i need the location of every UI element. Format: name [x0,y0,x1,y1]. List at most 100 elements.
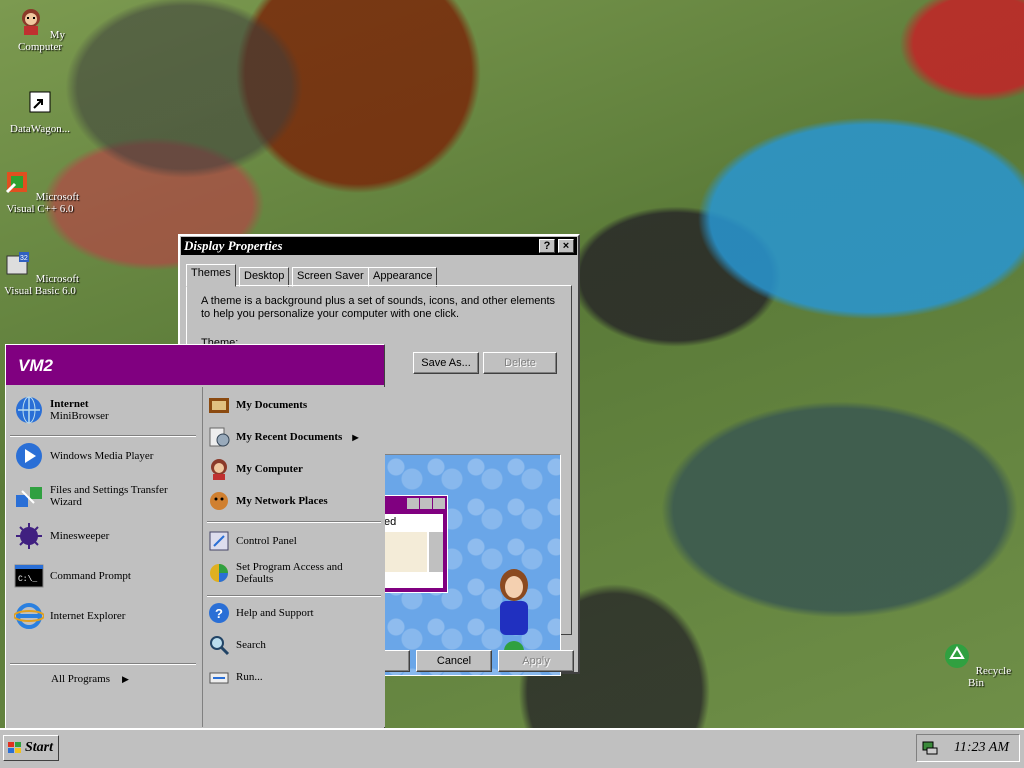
svg-text:C:\_: C:\_ [18,575,37,584]
menu-item-my-network-places[interactable]: My Network Places [207,489,328,513]
minesweeper-icon [16,523,42,549]
system-tray: 11:23 AM [916,734,1020,762]
menu-item-my-recent-documents[interactable]: My Recent Documents ▶ [207,425,358,449]
theme-description-line1: A theme is a background plus a set of so… [201,295,556,307]
start-label: Start [25,740,54,755]
delete-button[interactable]: Delete [483,352,557,374]
menu-item-internet[interactable]: Internet MiniBrowser [14,395,109,425]
desktop-icon-label-line1: Microsoft [35,191,80,203]
save-as-button[interactable]: Save As... [413,352,479,374]
clock[interactable]: 11:23 AM [954,740,1009,756]
window-title: Display Properties [184,238,283,253]
separator [10,663,196,665]
separator [10,435,196,437]
menu-item-windows-media-player[interactable]: Windows Media Player [14,441,153,471]
cancel-button[interactable]: Cancel [416,650,492,672]
menu-item-subtitle: MiniBrowser [50,410,109,422]
tab-appearance[interactable]: Appearance [368,267,438,287]
menu-item-title: Internet Explorer [50,610,126,622]
apply-button[interactable]: Apply [498,650,574,672]
globe-icon [16,396,42,424]
tab-screen-saver[interactable]: Screen Saver [292,267,369,287]
tab-themes[interactable]: Themes [186,264,236,287]
menu-item-search[interactable]: Search [207,633,266,657]
start-menu-right-pane: My Documents My Recent Documents ▶ My Co… [202,387,385,727]
control-panel-icon [209,531,229,551]
desktop-icon-label-line1: Microsoft [35,273,80,285]
user-name: VM2 [18,356,53,375]
menu-item-title: Search [236,639,266,651]
start-menu-header: VM2 [6,345,384,385]
svg-text:?: ? [215,606,223,621]
close-icon [433,498,445,509]
menu-item-set-program-access[interactable]: Set Program Access and Defaults [207,561,343,585]
desktop-icon-visual-basic[interactable]: 32 Microsoft Visual Basic 6.0 [0,248,80,297]
preview-content [379,532,427,572]
run-icon [209,672,229,684]
menu-item-internet-explorer[interactable]: Internet Explorer [14,601,125,631]
all-programs-button[interactable]: All Programs ▶ [51,673,129,685]
my-documents-icon [209,398,229,413]
window-titlebar[interactable]: Display Properties ? × [181,237,577,255]
menu-item-title: My Documents [236,399,308,411]
preview-window-body: ted [379,514,443,588]
menu-item-title: My Recent Documents [236,431,343,443]
menu-item-my-documents[interactable]: My Documents [207,393,307,417]
desktop-icon-label-line2: Visual C++ 6.0 [6,203,74,215]
internet-explorer-icon [14,603,44,629]
start-menu: VM2 Internet MiniBrowser Windows Media Pl… [5,344,385,730]
menu-item-title: Minesweeper [50,530,110,542]
menu-item-title-line1: Files and Settings Transfer [50,484,168,496]
help-icon: ? [209,603,229,623]
menu-item-minesweeper[interactable]: Minesweeper [14,521,109,551]
network-tray-icon[interactable] [921,740,939,756]
my-computer-icon [21,9,40,35]
desktop-icon-label: Recycle Bin [968,665,1012,689]
desktop-icon-datawagon[interactable]: DataWagon... [0,86,80,135]
preview-window-controls [407,498,445,509]
separator [207,521,381,523]
menu-item-title: Run... [236,671,263,683]
close-button[interactable]: × [558,239,574,253]
tab-desktop[interactable]: Desktop [239,267,290,287]
menu-item-run[interactable]: Run... [207,665,263,689]
menu-item-control-panel[interactable]: Control Panel [207,529,297,553]
recent-documents-icon [209,427,230,447]
start-menu-left-pane: Internet MiniBrowser Windows Media Player… [6,387,200,727]
menu-item-title: Windows Media Player [50,450,154,462]
media-player-icon [16,443,42,469]
desktop-icon-visual-cpp[interactable]: Microsoft Visual C++ 6.0 [0,166,80,215]
menu-item-files-settings-transfer[interactable]: Files and Settings Transfer Wizard [14,481,168,511]
recycle-bin-icon [944,644,969,668]
menu-item-title: Control Panel [236,535,297,547]
start-button[interactable]: Start [3,735,59,761]
theme-description-line2: to help you personalize your computer wi… [201,308,460,320]
preview-window: ted [376,495,448,593]
desktop-icon-label-line2: Visual Basic 6.0 [4,285,76,297]
all-programs-label: All Programs [51,673,110,685]
svg-text:32: 32 [20,255,28,262]
menu-item-help-and-support[interactable]: ? Help and Support [207,601,314,625]
menu-item-title-line2: Defaults [236,573,274,585]
desktop-icon-label: DataWagon... [10,123,70,135]
my-computer-icon [211,459,227,480]
search-icon [210,636,230,656]
arrow-right-icon: ▶ [121,673,129,684]
arrow-right-icon: ▶ [352,432,359,442]
transfer-wizard-icon [16,487,42,507]
menu-item-text: Internet MiniBrowser [50,398,109,422]
desktop-icon-recycle-bin[interactable]: Recycle Bin [936,640,1016,689]
menu-item-title-line1: Set Program Access and [236,561,343,573]
theme-preview: ted [376,454,561,676]
network-places-icon [210,492,228,510]
desktop-icon-my-computer[interactable]: My Computer [0,4,80,53]
preview-scrollbar [429,532,443,572]
separator [207,595,381,597]
menu-item-title: Command Prompt [50,570,131,582]
shortcut-icon [29,91,51,113]
menu-item-title-line2: Wizard [50,496,82,508]
menu-item-command-prompt[interactable]: C:\_ Command Prompt [14,561,131,591]
menu-item-my-computer[interactable]: My Computer [207,457,303,481]
menu-item-title: My Network Places [236,495,328,507]
help-button[interactable]: ? [539,239,555,253]
